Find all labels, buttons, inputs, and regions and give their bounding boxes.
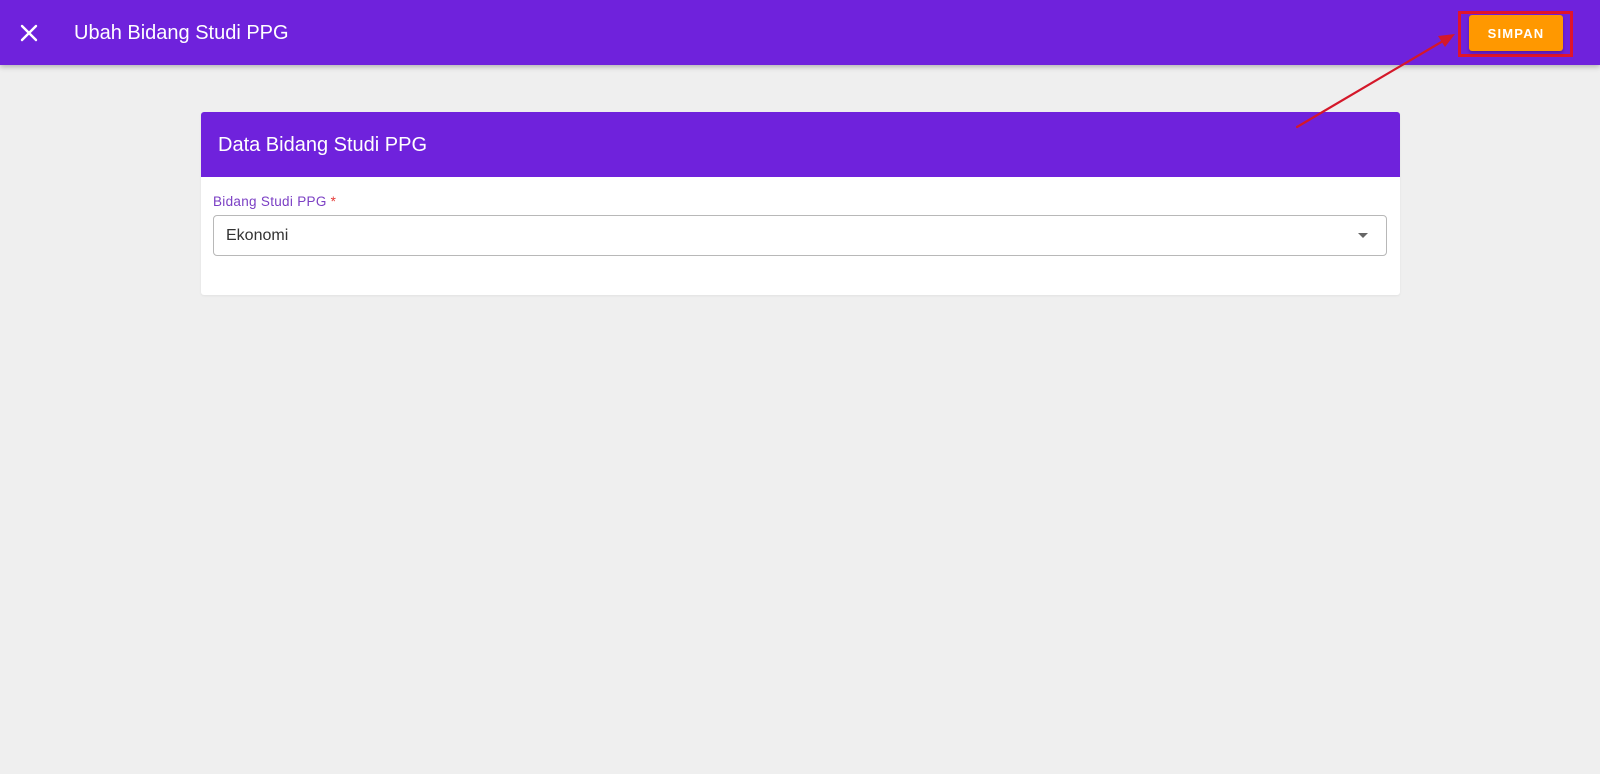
- bidang-studi-select[interactable]: Ekonomi: [213, 215, 1387, 256]
- field-label-text: Bidang Studi PPG: [213, 194, 327, 209]
- card-header: Data Bidang Studi PPG: [201, 112, 1400, 177]
- close-icon: [20, 24, 38, 42]
- save-button[interactable]: SIMPAN: [1469, 15, 1563, 51]
- select-value: Ekonomi: [226, 227, 289, 244]
- caret-down-icon: [1358, 233, 1368, 238]
- page-title: Ubah Bidang Studi PPG: [74, 22, 289, 44]
- field-label: Bidang Studi PPG *: [213, 193, 336, 211]
- close-button[interactable]: [14, 18, 44, 48]
- card-title: Data Bidang Studi PPG: [218, 134, 428, 156]
- required-marker: *: [330, 194, 337, 209]
- top-app-bar: Ubah Bidang Studi PPG SIMPAN: [0, 0, 1600, 65]
- form-card: Data Bidang Studi PPG Bidang Studi PPG * …: [201, 112, 1400, 295]
